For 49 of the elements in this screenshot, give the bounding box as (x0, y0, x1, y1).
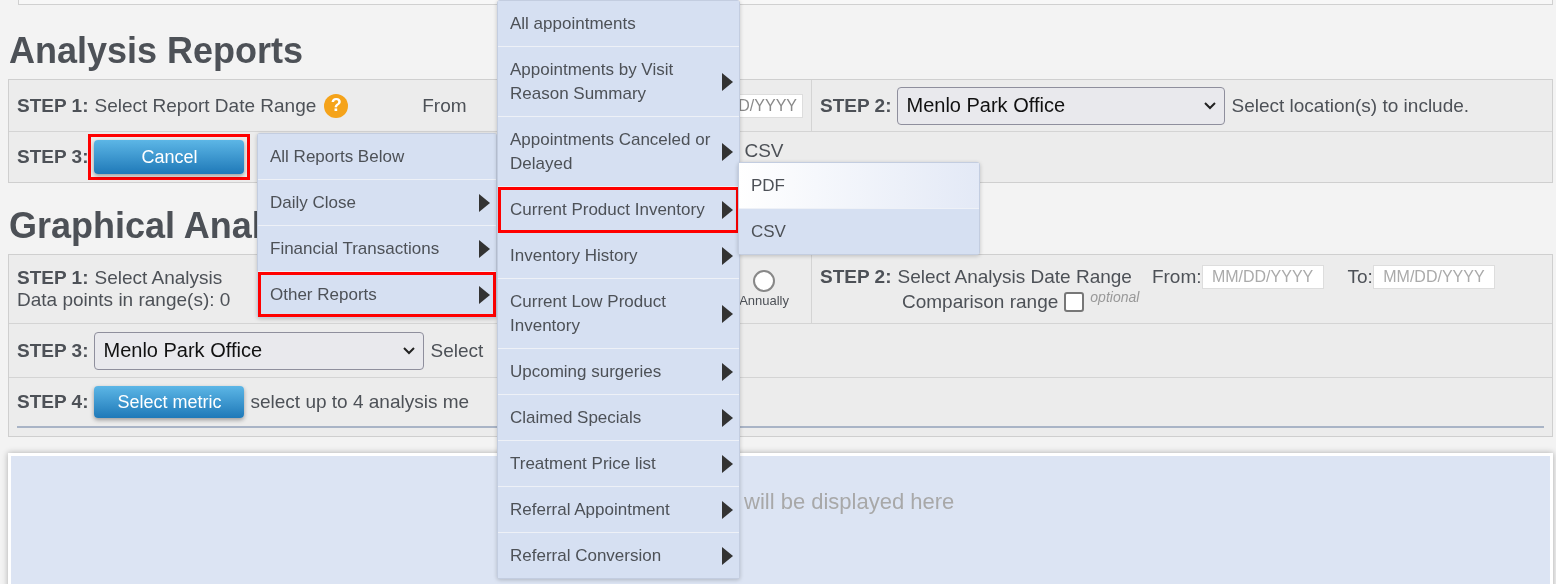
menu-item[interactable]: All Reports Below (258, 134, 496, 180)
step-text: Select Analysis Date Range (897, 266, 1132, 288)
menu-item[interactable]: Inventory History (498, 233, 739, 279)
step-label: STEP 3: (17, 339, 89, 362)
chevron-icon (1204, 101, 1217, 110)
menu-item[interactable]: Other Reports (258, 272, 496, 317)
checkbox[interactable] (1064, 292, 1085, 312)
step-label: STEP 1: (17, 267, 89, 289)
optional-hint: optional (1090, 289, 1140, 305)
menu-item[interactable]: Referral Conversion (498, 533, 739, 578)
placeholder-message: will be displayed here (744, 489, 955, 514)
menu-item[interactable]: PDF (739, 163, 979, 209)
step-label: STEP 2: (820, 94, 892, 117)
step-text: Select Analysis (94, 267, 223, 289)
step-label: STEP 3: (17, 146, 89, 168)
radio-label: Annually (739, 293, 789, 308)
data-points-text: Data points in range(s): 0 (17, 289, 231, 310)
step-label: STEP 2: (820, 266, 892, 288)
menu-item[interactable]: Current Low Product Inventory (498, 279, 739, 349)
location-select[interactable]: Menlo Park Office (897, 86, 1226, 125)
chevron-icon (403, 346, 416, 355)
menu-item[interactable]: CSV (739, 209, 979, 254)
to-label: To: (1347, 266, 1373, 288)
step-label: STEP 1: (17, 94, 89, 117)
section-title: Analysis Reports (8, 29, 304, 73)
step-text: Select (430, 339, 484, 362)
from-label: From (422, 94, 467, 117)
menu-item[interactable]: Current Product Inventory (498, 187, 739, 233)
step-text: Select location(s) to include. (1231, 94, 1470, 117)
menu-item[interactable]: Upcoming surgeries (498, 349, 739, 395)
menu-item[interactable]: Financial Transactions (258, 226, 496, 272)
menu-item[interactable]: Appointments by Visit Reason Summary (498, 47, 739, 117)
date-field[interactable]: D/YYYY (737, 93, 803, 118)
menu-item[interactable]: Claimed Specials (498, 395, 739, 441)
from-label: From: (1151, 266, 1202, 288)
menu-item[interactable]: Referral Appointment (498, 487, 739, 533)
step-text: select up to 4 analysis me (250, 391, 470, 413)
step-label: STEP 4: (17, 391, 89, 413)
menu-item[interactable]: Appointments Canceled or Delayed (498, 117, 739, 187)
menu-item[interactable]: Daily Close (258, 180, 496, 226)
menu-item[interactable]: Treatment Price list (498, 441, 739, 487)
menu-item[interactable]: All appointments (498, 1, 739, 47)
step-text: Select Report Date Range (94, 94, 317, 117)
radio-button[interactable] (753, 270, 776, 292)
cancel-button[interactable]: Cancel (94, 140, 245, 174)
format-text: CSV (744, 140, 784, 162)
location-select[interactable]: Menlo Park Office (94, 331, 425, 370)
select-metric-button[interactable]: Select metric (94, 386, 245, 418)
comparison-label: Comparison range (902, 291, 1059, 313)
